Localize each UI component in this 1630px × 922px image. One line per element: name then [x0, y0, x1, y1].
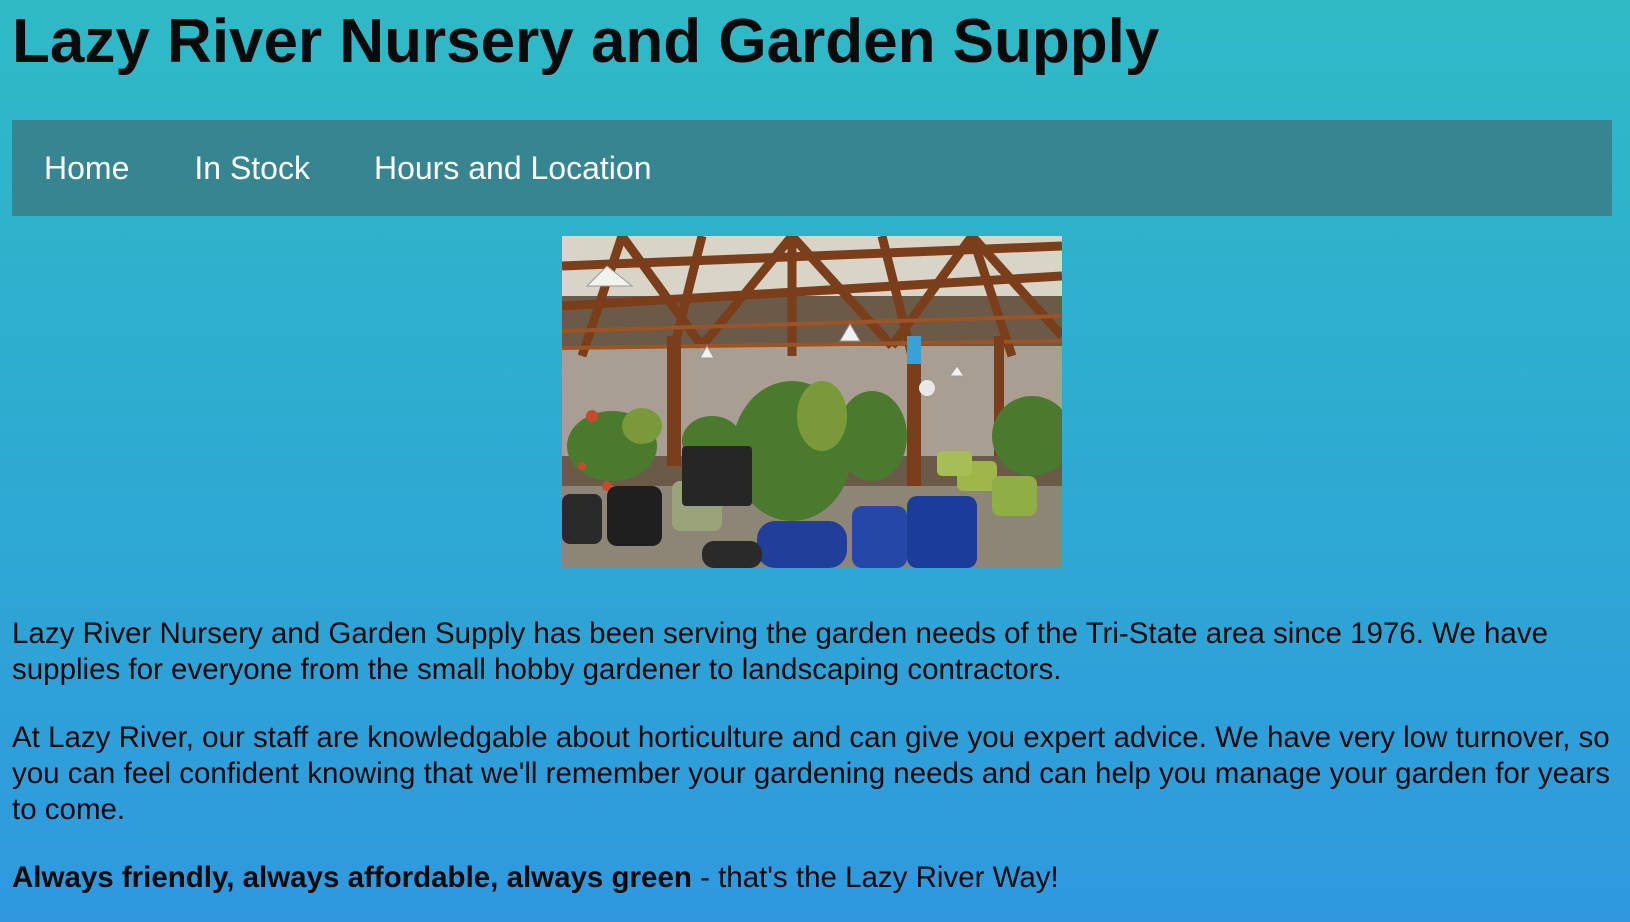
tagline-bold: Always friendly, always affordable, alwa…: [12, 861, 692, 894]
site-title: Lazy River Nursery and Garden Supply: [12, 7, 1160, 76]
tagline-rest: - that's the Lazy River Way!: [691, 861, 1059, 894]
nav-link-in-stock[interactable]: In Stock: [194, 148, 310, 188]
staff-paragraph: At Lazy River, our staff are knowledgabl…: [12, 721, 1610, 826]
nursery-interior-photo: [562, 236, 1062, 568]
tagline: Always friendly, always affordable, alwa…: [12, 860, 1622, 896]
nav-link-hours-location[interactable]: Hours and Location: [374, 148, 652, 188]
nav-link-home[interactable]: Home: [44, 148, 129, 188]
main-navigation: Home In Stock Hours and Location: [12, 120, 1612, 216]
nursery-interior-illustration: [562, 236, 1062, 568]
main-content: Lazy River Nursery and Garden Supply has…: [12, 616, 1622, 896]
intro-paragraph: Lazy River Nursery and Garden Supply has…: [12, 617, 1548, 686]
